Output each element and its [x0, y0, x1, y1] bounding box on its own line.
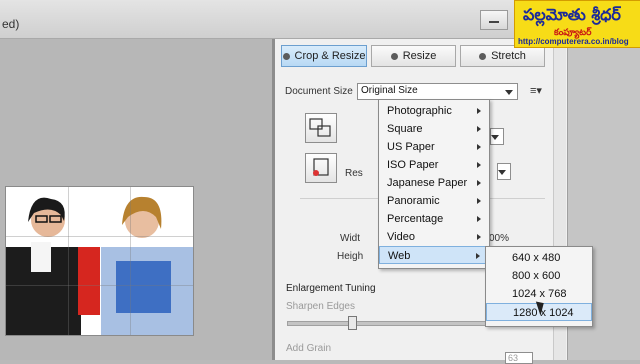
rotate-icon — [309, 118, 331, 137]
menu-item-us-paper[interactable]: US Paper — [379, 138, 489, 156]
menu-item-label: ISO Paper — [387, 159, 439, 171]
menu-item-label: Web — [388, 250, 411, 262]
width-label-partial: Widt — [340, 233, 360, 244]
tab-stretch[interactable]: Stretch — [460, 45, 545, 67]
menu-item-label: Panoramic — [387, 195, 440, 207]
menu-item-panoramic[interactable]: Panoramic — [379, 192, 489, 210]
chevron-down-icon — [491, 135, 499, 140]
menu-item-percentage[interactable]: Percentage — [379, 210, 489, 228]
logo-url: http://computerera.co.in/blog — [518, 37, 629, 46]
menu-item-label: US Paper — [387, 141, 435, 153]
height-label-partial: Heigh — [337, 251, 364, 262]
enlargement-tuning-title: Enlargement Tuning — [286, 283, 376, 294]
tab-resize[interactable]: Resize — [371, 45, 456, 67]
menu-lines-icon[interactable]: ≡▾ — [530, 84, 542, 97]
submenu-item-800x600[interactable]: 800 x 600 — [486, 267, 592, 285]
add-grain-value[interactable]: 63 — [505, 352, 533, 364]
sharpen-edges-slider[interactable] — [287, 321, 489, 326]
sharpen-edges-label: Sharpen Edges — [286, 301, 355, 312]
submenu-arrow-icon — [477, 216, 481, 222]
submenu-arrow-icon — [477, 108, 481, 114]
hidden-select-a[interactable] — [490, 128, 504, 145]
grid-line — [130, 187, 131, 335]
stretch-icon — [479, 52, 487, 60]
menu-item-square[interactable]: Square — [379, 120, 489, 138]
submenu-arrow-icon — [477, 198, 481, 204]
submenu-arrow-icon — [477, 162, 481, 168]
preset-menu: Photographic Square US Paper ISO Paper J… — [378, 99, 490, 269]
submenu-arrow-icon — [477, 126, 481, 132]
minimize-button[interactable] — [480, 10, 508, 30]
grid-line — [6, 236, 193, 237]
watermark-logo: పల్లమోతు శ్రీధర్ కంప్యూటర్ http://comput… — [514, 0, 640, 48]
menu-item-label: Japanese Paper — [387, 177, 468, 189]
menu-item-web[interactable]: Web — [379, 246, 489, 264]
resize-icon — [390, 52, 398, 60]
tab-label: Resize — [402, 50, 437, 62]
tab-label: Stretch — [491, 50, 526, 62]
submenu-arrow-icon — [477, 144, 481, 150]
menu-item-label: Video — [387, 231, 415, 243]
submenu-item-640x480[interactable]: 640 x 480 — [486, 249, 592, 267]
tab-crop-resize[interactable]: Crop & Resize — [281, 45, 367, 67]
document-size-value: Original Size — [361, 85, 418, 96]
document-size-select[interactable]: Original Size — [357, 83, 518, 100]
resolution-label-partial: Res — [345, 168, 363, 179]
web-size-submenu: 640 x 480 800 x 600 1024 x 768 1280 x 10… — [485, 246, 593, 327]
tab-label: Crop & Resize — [294, 50, 366, 62]
document-size-label: Document Size — [285, 86, 353, 97]
window-title: ed) — [2, 17, 20, 31]
menu-item-label: Square — [387, 123, 423, 135]
grid-line — [68, 187, 69, 335]
submenu-arrow-icon — [477, 234, 481, 240]
menu-item-label: Photographic — [387, 105, 452, 117]
menu-item-iso-paper[interactable]: ISO Paper — [379, 156, 489, 174]
hidden-select-b[interactable] — [497, 163, 511, 180]
rotate-orientation-button[interactable] — [305, 113, 337, 143]
menu-item-japanese-paper[interactable]: Japanese Paper — [379, 174, 489, 192]
chevron-down-icon — [498, 170, 506, 175]
reset-icon — [313, 158, 329, 176]
add-grain-label: Add Grain — [286, 343, 332, 354]
menu-item-label: Percentage — [387, 213, 444, 225]
reset-button[interactable] — [305, 153, 337, 183]
crop-icon — [282, 52, 290, 60]
preview-photo — [5, 186, 194, 336]
menu-item-photographic[interactable]: Photographic — [379, 102, 489, 120]
chevron-down-icon — [505, 90, 513, 95]
photo-illustration — [6, 187, 193, 335]
logo-name: పల్లమోతు శ్రీధర్ — [523, 5, 621, 24]
submenu-arrow-icon — [476, 253, 480, 259]
percent-value-partial: 00% — [489, 233, 510, 244]
sharpen-edges-thumb[interactable] — [348, 316, 357, 330]
submenu-arrow-icon — [477, 180, 481, 186]
grid-line — [6, 285, 193, 286]
menu-item-video[interactable]: Video — [379, 228, 489, 246]
